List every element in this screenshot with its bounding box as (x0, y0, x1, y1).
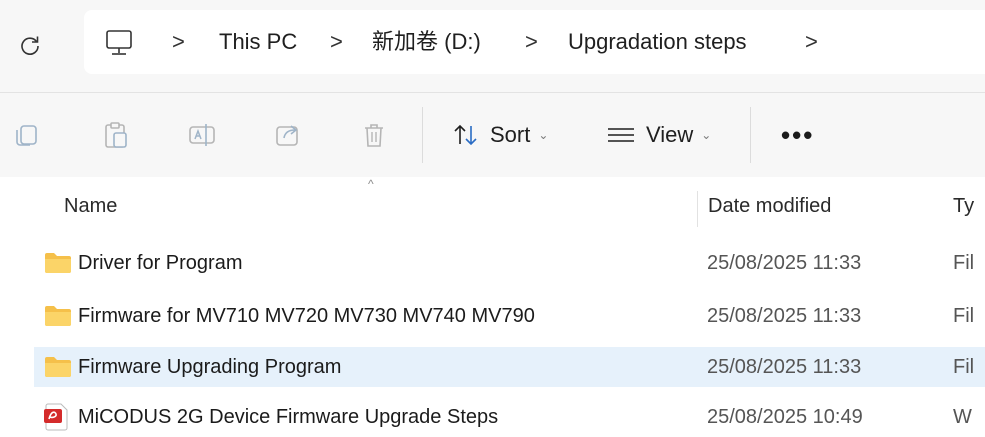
breadcrumb-this-pc[interactable]: This PC (219, 10, 297, 74)
file-name: Firmware for MV710 MV720 MV730 MV740 MV7… (78, 305, 535, 327)
file-date: 25/08/2025 11:33 (707, 252, 862, 274)
file-date: 25/08/2025 11:33 (707, 305, 862, 327)
sort-label: Sort (490, 122, 531, 147)
sort-icon (454, 124, 477, 146)
view-button[interactable]: View ⌄ (606, 115, 711, 155)
chevron-down-icon: ⌄ (701, 128, 712, 142)
pdf-icon (44, 403, 68, 431)
paste-icon[interactable] (101, 120, 131, 150)
column-divider[interactable] (697, 191, 698, 227)
view-label: View (646, 122, 694, 147)
file-name: MiCODUS 2G Device Firmware Upgrade Steps (78, 406, 499, 428)
file-type: W (953, 406, 972, 428)
share-icon[interactable] (273, 120, 303, 150)
file-row[interactable]: Firmware for MV710 MV720 MV730 MV740 MV7… (34, 296, 985, 336)
breadcrumb-separator[interactable]: > (330, 10, 343, 74)
command-bar: Sort ⌄ View ⌄ ••• (0, 92, 985, 177)
cut-icon[interactable] (12, 120, 42, 150)
address-bar[interactable]: > This PC > 新加卷 (D:) > Upgradation steps… (84, 10, 985, 74)
breadcrumb-drive-d[interactable]: 新加卷 (D:) (372, 10, 481, 74)
delete-icon[interactable] (359, 120, 389, 150)
file-name: Driver for Program (78, 252, 243, 274)
refresh-icon[interactable] (18, 34, 42, 58)
breadcrumb-separator[interactable]: > (805, 10, 818, 74)
rename-icon[interactable] (187, 120, 217, 150)
file-type: Fil (953, 305, 975, 327)
breadcrumb-upgradation-steps[interactable]: Upgradation steps (568, 10, 747, 74)
column-header-date-modified[interactable]: Date modified (708, 191, 831, 221)
toolbar-divider (750, 107, 751, 163)
this-pc-icon (106, 30, 132, 55)
column-header-type[interactable]: Ty (953, 191, 974, 221)
folder-icon (45, 253, 71, 273)
chevron-down-icon: ⌄ (538, 128, 549, 142)
toolbar-divider (422, 107, 423, 163)
folder-icon (45, 306, 71, 326)
file-row[interactable]: MiCODUS 2G Device Firmware Upgrade Steps… (34, 397, 985, 437)
file-row-selected[interactable]: Firmware Upgrading Program 25/08/2025 11… (34, 347, 985, 387)
view-list-icon (608, 128, 634, 142)
file-type: Fil (953, 252, 975, 274)
address-row: > This PC > 新加卷 (D:) > Upgradation steps… (0, 0, 985, 92)
sort-button[interactable]: Sort ⌄ (452, 115, 548, 155)
more-options-button[interactable]: ••• (781, 115, 814, 155)
folder-icon (45, 357, 71, 377)
breadcrumb-separator[interactable]: > (172, 10, 185, 74)
file-list: ^ Name Date modified Ty Driver for Progr… (0, 177, 985, 431)
file-date: 25/08/2025 10:49 (707, 406, 863, 428)
file-row[interactable]: Driver for Program 25/08/2025 11:33 Fil (34, 243, 985, 283)
file-name: Firmware Upgrading Program (78, 356, 342, 378)
column-header-name[interactable]: Name (64, 191, 117, 221)
file-type: Fil (953, 356, 975, 378)
sort-indicator-icon: ^ (368, 177, 374, 191)
file-date: 25/08/2025 11:33 (707, 356, 862, 378)
breadcrumb-separator[interactable]: > (525, 10, 538, 74)
